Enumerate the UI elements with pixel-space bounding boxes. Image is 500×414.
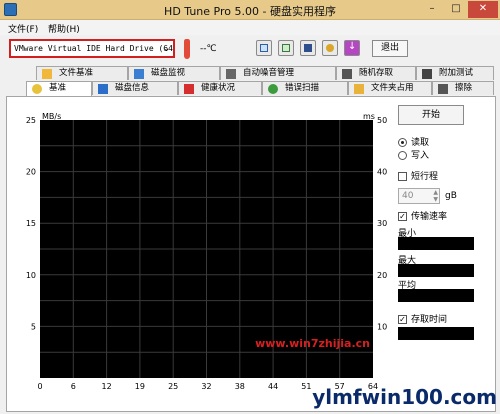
right-tick-label: 10 <box>377 322 387 331</box>
transfer-rate-checkbox[interactable]: ✓ 传输速率 <box>398 211 447 223</box>
watermark-ylmfwin100: ylmfwin100.com <box>312 385 497 409</box>
short-stroke-unit: gB <box>445 191 457 201</box>
x-tick-label: 25 <box>168 382 178 391</box>
max-value-box <box>398 264 474 277</box>
read-radio[interactable]: 读取 <box>398 137 429 149</box>
access-time-checkbox[interactable]: ✓ 存取时间 <box>398 314 447 326</box>
left-tick-label: 20 <box>26 168 36 177</box>
right-tick-label: 20 <box>377 271 387 280</box>
x-tick-label: 32 <box>201 382 211 391</box>
right-tick-label: 40 <box>377 168 387 177</box>
start-button[interactable]: 开始 <box>398 105 464 125</box>
left-axis-unit: MB/s <box>42 112 61 121</box>
left-tick-label: 10 <box>26 271 36 280</box>
watermark-win7zhijia: www.win7zhijia.cn <box>255 337 370 350</box>
right-tick-label: 50 <box>377 116 387 125</box>
x-tick-label: 38 <box>235 382 245 391</box>
left-tick-label: 5 <box>31 322 36 331</box>
min-value-box <box>398 237 474 250</box>
short-stroke-spinner[interactable]: 40 ▲ ▼ <box>398 188 440 204</box>
x-tick-label: 0 <box>37 382 42 391</box>
avg-value-box <box>398 289 474 302</box>
left-tick-label: 15 <box>26 219 36 228</box>
left-tick-label: 25 <box>26 116 36 125</box>
x-tick-label: 12 <box>102 382 112 391</box>
x-tick-label: 19 <box>135 382 145 391</box>
spinner-arrows-icon: ▲ ▼ <box>433 189 438 203</box>
benchmark-chart: MB/s ms 25 20 15 10 5 50 40 30 20 10 0 6 12 19 25 32 3… <box>26 112 497 409</box>
write-radio[interactable]: 写入 <box>398 150 429 162</box>
x-tick-label: 44 <box>268 382 278 391</box>
check-icon: ✓ <box>398 212 407 221</box>
x-tick-label: 51 <box>301 382 311 391</box>
right-tick-label: 30 <box>377 219 387 228</box>
check-icon: ✓ <box>398 315 407 324</box>
right-axis-unit: ms <box>363 112 375 121</box>
access-time-value-box <box>398 327 474 340</box>
x-tick-label: 6 <box>71 382 76 391</box>
short-stroke-checkbox[interactable]: 短行程 <box>398 171 438 183</box>
